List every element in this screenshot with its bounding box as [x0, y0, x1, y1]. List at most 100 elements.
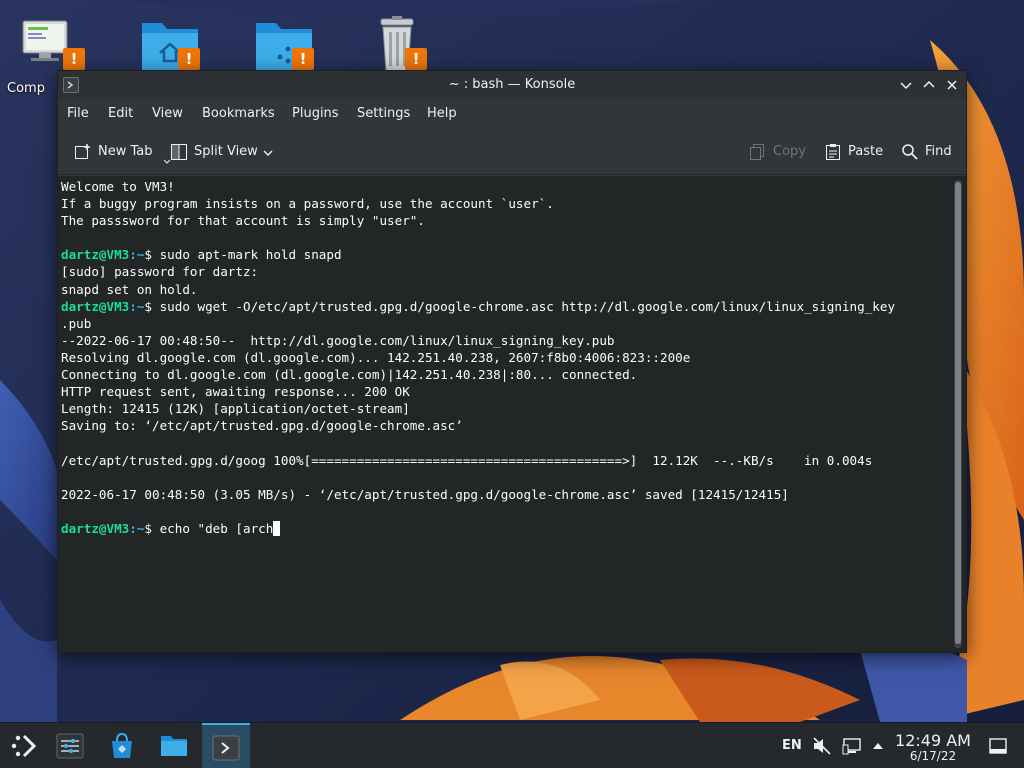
- terminal-line: snapd set on hold.: [61, 281, 951, 298]
- application-launcher[interactable]: [0, 723, 48, 768]
- task-system-settings[interactable]: [46, 723, 94, 768]
- konsole-window[interactable]: ~ : bash — Konsole File Edit View Bookma…: [57, 70, 967, 653]
- clock-time[interactable]: 12:49 AM: [890, 731, 976, 750]
- prompt-path: :~: [129, 298, 145, 314]
- terminal-line: Saving to: ‘/etc/apt/trusted.gpg.d/googl…: [61, 417, 951, 434]
- warning-badge-icon: !: [63, 48, 85, 70]
- new-tab-label: New Tab: [98, 144, 153, 159]
- paste-button[interactable]: Paste: [824, 137, 886, 167]
- menu-bar: File Edit View Bookmarks Plugins Setting…: [58, 99, 966, 129]
- clock-date[interactable]: 6/17/22: [890, 749, 976, 763]
- find-button[interactable]: Find: [901, 137, 956, 167]
- warning-badge-icon: !: [178, 48, 200, 70]
- terminal-text: --2022-06-17 00:48:50-- http://dl.google…: [61, 332, 615, 348]
- copy-icon: [750, 144, 764, 160]
- terminal-line: .pub: [61, 315, 951, 332]
- terminal-command-line: dartz@VM3:~$ sudo apt-mark hold snapd: [61, 246, 951, 263]
- title-bar[interactable]: ~ : bash — Konsole: [58, 71, 966, 99]
- prompt-path: :~: [129, 520, 145, 536]
- terminal-text: .pub: [61, 315, 92, 331]
- maximize-icon[interactable]: [921, 77, 937, 93]
- volume-muted-icon[interactable]: [812, 737, 832, 755]
- terminal-command-line: dartz@VM3:~$ sudo wget -O/etc/apt/truste…: [61, 298, 951, 315]
- terminal-line: Welcome to VM3!: [61, 178, 951, 195]
- taskbar: EN 12:49 AM 6/17/22: [0, 722, 1024, 768]
- menu-file[interactable]: File: [67, 99, 89, 129]
- terminal-line: /etc/apt/trusted.gpg.d/goog 100%[=======…: [61, 452, 951, 469]
- paste-icon: [826, 144, 840, 160]
- prompt-user: dartz@VM3: [61, 247, 130, 263]
- terminal-text: $ echo "deb [arch: [144, 520, 274, 536]
- paste-label: Paste: [848, 144, 884, 159]
- menu-bookmarks[interactable]: Bookmarks: [202, 99, 275, 129]
- scrollbar[interactable]: [954, 180, 962, 648]
- terminal-line: Connecting to dl.google.com (dl.google.c…: [61, 366, 951, 383]
- search-icon: [902, 144, 918, 160]
- text-cursor: [273, 520, 281, 536]
- terminal-text: The passsword for that account is simply…: [61, 213, 425, 229]
- menu-view[interactable]: View: [152, 99, 183, 129]
- terminal-text: $ sudo wget -O/etc/apt/trusted.gpg.d/goo…: [144, 298, 896, 314]
- new-tab-icon: [75, 144, 90, 159]
- new-tab-button[interactable]: New Tab: [74, 137, 170, 167]
- show-desktop-icon[interactable]: [988, 737, 1008, 755]
- terminal-output: Welcome to VM3! If a buggy program insist…: [61, 178, 951, 537]
- terminal-text: Resolving dl.google.com (dl.google.com).…: [61, 349, 691, 365]
- scrollbar-thumb[interactable]: [955, 182, 961, 644]
- terminal-view[interactable]: Welcome to VM3! If a buggy program insist…: [58, 176, 966, 652]
- chevron-down-icon[interactable]: [262, 147, 274, 159]
- terminal-line: Length: 12415 (12K) [application/octet-s…: [61, 400, 951, 417]
- terminal-text: $ sudo apt-mark hold snapd: [144, 247, 342, 263]
- terminal-text: /etc/apt/trusted.gpg.d/goog 100%[=======…: [61, 452, 873, 468]
- split-view-label: Split View: [194, 144, 258, 159]
- settings-icon: [56, 733, 84, 759]
- window-title: ~ : bash — Konsole: [448, 77, 576, 92]
- terminal-text: If a buggy program insists on a password…: [61, 196, 554, 212]
- terminal-line: Resolving dl.google.com (dl.google.com).…: [61, 349, 951, 366]
- terminal-line: HTTP request sent, awaiting response... …: [61, 383, 951, 400]
- copy-button[interactable]: Copy: [748, 137, 808, 167]
- prompt-user: dartz@VM3: [61, 298, 130, 314]
- toolbar: New Tab Split View Copy Paste Find: [58, 129, 966, 175]
- prompt-path: :~: [129, 247, 145, 263]
- keyboard-layout-indicator[interactable]: EN: [782, 723, 802, 768]
- close-icon[interactable]: [944, 77, 960, 93]
- menu-edit[interactable]: Edit: [108, 99, 133, 129]
- warning-badge-icon: !: [292, 48, 314, 70]
- terminal-icon: [212, 735, 240, 761]
- minimize-icon[interactable]: [898, 77, 914, 93]
- store-bag-icon: [112, 732, 132, 758]
- task-discover[interactable]: [98, 723, 146, 768]
- menu-settings[interactable]: Settings: [357, 99, 410, 129]
- show-hidden-icons-icon[interactable]: [871, 739, 885, 753]
- terminal-text: 2022-06-17 00:48:50 (3.05 MB/s) - ‘/etc/…: [61, 486, 789, 502]
- copy-label: Copy: [773, 144, 806, 159]
- prompt-user: dartz@VM3: [61, 520, 130, 536]
- terminal-text: Length: 12415 (12K) [application/octet-s…: [61, 401, 410, 417]
- terminal-text: Saving to: ‘/etc/apt/trusted.gpg.d/googl…: [61, 418, 463, 434]
- terminal-text: [sudo] password for dartz:: [61, 264, 259, 280]
- terminal-command-line: dartz@VM3:~$ echo "deb [arch: [61, 520, 951, 537]
- split-view-button[interactable]: Split View: [170, 137, 280, 167]
- terminal-text: Connecting to dl.google.com (dl.google.c…: [61, 367, 638, 383]
- warning-badge-icon: !: [405, 48, 427, 70]
- task-dolphin[interactable]: [150, 723, 198, 768]
- kde-launcher-icon: [11, 734, 37, 758]
- terminal-text: Welcome to VM3!: [61, 179, 175, 194]
- split-view-icon: [171, 144, 187, 160]
- menu-help[interactable]: Help: [427, 99, 457, 129]
- terminal-line: 2022-06-17 00:48:50 (3.05 MB/s) - ‘/etc/…: [61, 486, 951, 503]
- terminal-line: If a buggy program insists on a password…: [61, 195, 951, 212]
- terminal-line: The passsword for that account is simply…: [61, 212, 951, 229]
- find-label: Find: [925, 144, 952, 159]
- terminal-text: snapd set on hold.: [61, 281, 198, 297]
- task-konsole[interactable]: [202, 723, 250, 768]
- terminal-text: HTTP request sent, awaiting response... …: [61, 384, 410, 400]
- menu-plugins[interactable]: Plugins: [292, 99, 339, 129]
- terminal-line: --2022-06-17 00:48:50-- http://dl.google…: [61, 332, 951, 349]
- network-wired-icon[interactable]: [842, 737, 862, 755]
